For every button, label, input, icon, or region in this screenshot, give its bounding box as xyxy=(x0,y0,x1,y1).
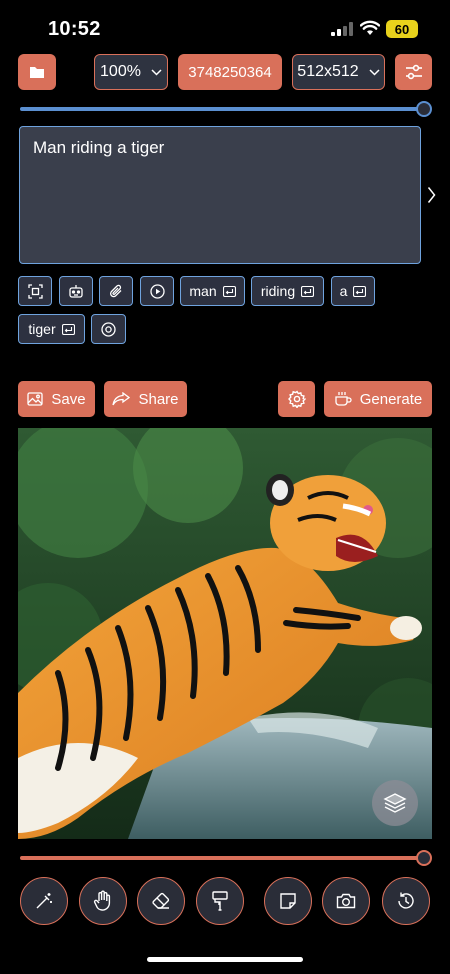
layers-icon xyxy=(383,792,407,814)
gear-icon xyxy=(287,390,306,408)
eraser-icon xyxy=(151,892,171,910)
generate-label: Generate xyxy=(359,390,423,408)
token-chip-riding[interactable]: riding xyxy=(251,276,324,306)
sticky-note-tool[interactable] xyxy=(264,877,312,925)
token-label: a xyxy=(339,283,348,299)
enter-key-icon xyxy=(353,285,367,297)
prompt-input[interactable]: Man riding a tiger xyxy=(19,126,421,264)
folder-button[interactable] xyxy=(18,54,56,90)
signal-icon xyxy=(331,22,353,36)
bottom-slider-knob[interactable] xyxy=(416,850,432,866)
paint-roller-icon xyxy=(211,891,229,911)
generated-image[interactable] xyxy=(18,428,432,839)
play-circle-icon xyxy=(149,283,165,299)
layers-button[interactable] xyxy=(372,780,418,826)
wifi-icon xyxy=(360,20,380,36)
enter-key-icon xyxy=(222,285,236,297)
top-slider-track[interactable] xyxy=(20,107,426,111)
sliders-icon xyxy=(405,64,423,80)
seed-field[interactable]: 3748250364 xyxy=(178,54,282,90)
zoom-value: 100% xyxy=(100,63,141,80)
home-indicator xyxy=(147,957,303,962)
coffee-cup-icon xyxy=(334,391,352,407)
magic-wand-icon xyxy=(34,891,54,911)
zoom-select[interactable]: 100% xyxy=(94,54,168,90)
share-label: Share xyxy=(138,390,179,408)
history-tool[interactable] xyxy=(382,877,430,925)
share-icon xyxy=(112,392,131,406)
enter-key-icon xyxy=(61,323,75,335)
magic-wand-tool[interactable] xyxy=(20,877,68,925)
settings-sliders-button[interactable] xyxy=(395,54,432,90)
settings-button[interactable] xyxy=(278,381,315,417)
save-label: Save xyxy=(51,390,86,408)
select-region-icon xyxy=(27,283,43,299)
stop-chip[interactable] xyxy=(91,314,126,344)
hand-icon xyxy=(93,890,113,912)
hand-tool[interactable] xyxy=(79,877,127,925)
folder-icon xyxy=(29,65,45,79)
token-label: riding xyxy=(260,283,296,299)
paint-roller-tool[interactable] xyxy=(196,877,244,925)
save-button[interactable]: Save xyxy=(18,381,95,417)
robot-chip[interactable] xyxy=(59,276,93,306)
eraser-tool[interactable] xyxy=(137,877,185,925)
chevron-down-icon xyxy=(151,68,162,76)
token-label: man xyxy=(189,283,217,299)
size-value: 512x512 xyxy=(297,63,359,80)
image-icon xyxy=(27,392,44,406)
token-chip-man[interactable]: man xyxy=(180,276,245,306)
prompt-text: Man riding a tiger xyxy=(33,138,165,157)
camera-icon xyxy=(336,893,356,909)
token-chip-tiger[interactable]: tiger xyxy=(18,314,85,344)
status-time: 10:52 xyxy=(48,18,101,40)
paperclip-icon xyxy=(109,284,124,299)
robot-icon xyxy=(68,284,84,299)
select-region-chip[interactable] xyxy=(18,276,52,306)
sticky-note-icon xyxy=(279,892,297,910)
share-button[interactable]: Share xyxy=(104,381,187,417)
stop-circle-icon xyxy=(101,321,116,337)
bottom-slider-track[interactable] xyxy=(20,856,426,860)
chevron-down-icon xyxy=(369,68,380,76)
generate-button[interactable]: Generate xyxy=(324,381,432,417)
battery-indicator: 60 xyxy=(386,20,418,38)
token-chip-a[interactable]: a xyxy=(331,276,375,306)
history-icon xyxy=(396,891,416,911)
size-select[interactable]: 512x512 xyxy=(292,54,385,90)
top-slider-knob[interactable] xyxy=(416,101,432,117)
attach-chip[interactable] xyxy=(99,276,133,306)
enter-key-icon xyxy=(301,285,315,297)
camera-tool[interactable] xyxy=(322,877,370,925)
play-chip[interactable] xyxy=(140,276,174,306)
token-label: tiger xyxy=(28,321,56,337)
chevron-right-icon[interactable] xyxy=(427,186,436,204)
